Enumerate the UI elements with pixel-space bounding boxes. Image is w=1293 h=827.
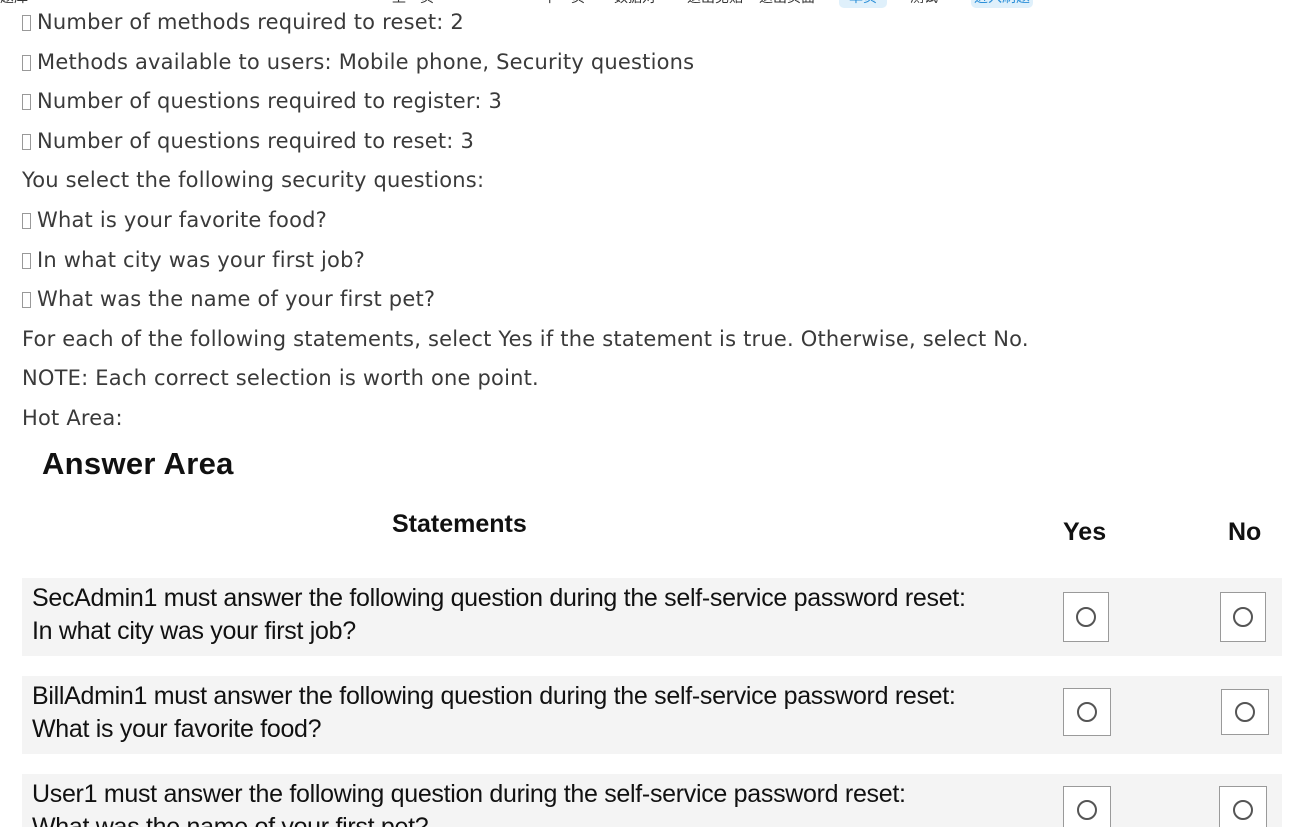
radio-circle-icon (1077, 800, 1097, 820)
toolbar-item-exit-page[interactable]: 退出页面 (759, 0, 815, 8)
radio-circle-icon (1233, 607, 1253, 627)
bullet-line: Methods available to users: Mobile phone… (22, 47, 694, 77)
paragraph-line: You select the following security questi… (22, 168, 485, 192)
radio-circle-icon (1077, 702, 1097, 722)
statement-line: In what city was your first job? (32, 617, 356, 645)
bullet-line: What is your favorite food? (22, 205, 327, 235)
yes-radio-option[interactable] (1063, 786, 1111, 827)
bullet-line: Number of questions required to reset: 3 (22, 126, 474, 156)
statement-text: SecAdmin1 must answer the following ques… (32, 582, 1052, 648)
bullet-glyph-icon (22, 213, 31, 229)
statement-row: User1 must answer the following question… (22, 774, 1282, 827)
statements-header: Statements (392, 510, 527, 538)
statement-text: BillAdmin1 must answer the following que… (32, 680, 1052, 746)
yes-header: Yes (1063, 518, 1107, 546)
statement-text: User1 must answer the following question… (32, 778, 1052, 827)
toolbar-item-test[interactable]: 测试 (910, 0, 938, 8)
line-text: What is your favorite food? (37, 208, 327, 232)
toolbar-item-prev-page[interactable]: 上一页 (392, 0, 434, 8)
paragraph-line: Hot Area: (22, 406, 123, 430)
toolbar-item-question-bank[interactable]: 题库 (0, 0, 28, 8)
toolbar-item-next-page[interactable]: 下一页 (543, 0, 585, 8)
bullet-line: Number of methods required to reset: 2 (22, 7, 464, 37)
paragraph-line: For each of the following statements, se… (22, 327, 1029, 351)
yes-radio-option[interactable] (1063, 592, 1109, 642)
line-text: What was the name of your first pet? (37, 287, 436, 311)
statement-line: User1 must answer the following question… (32, 780, 906, 808)
no-header: No (1228, 518, 1262, 546)
bullet-glyph-icon (22, 292, 31, 308)
statement-line: What was the name of your first pet? (32, 813, 429, 827)
bullet-glyph-icon (22, 134, 31, 150)
top-toolbar: 题库 上一页 下一页 数据对 退出见贴 退出页面 单页 测试 进入刷题 (0, 0, 1293, 10)
radio-circle-icon (1076, 607, 1096, 627)
line-text: Number of questions required to reset: 3 (37, 129, 475, 153)
radio-circle-icon (1233, 800, 1253, 820)
bullet-line: In what city was your first job? (22, 245, 365, 275)
toolbar-item-data[interactable]: 数据对 (614, 0, 656, 8)
statement-row: BillAdmin1 must answer the following que… (22, 676, 1282, 754)
toolbar-item-exit-view[interactable]: 退出见贴 (687, 0, 743, 8)
bullet-glyph-icon (22, 253, 31, 269)
line-text: Methods available to users: Mobile phone… (37, 50, 695, 74)
line-text: Number of methods required to reset: 2 (37, 10, 464, 34)
line-text: Number of questions required to register… (37, 89, 503, 113)
statement-line: BillAdmin1 must answer the following que… (32, 682, 956, 710)
bullet-glyph-icon (22, 15, 31, 31)
statement-row: SecAdmin1 must answer the following ques… (22, 578, 1282, 656)
answer-area-title: Answer Area (42, 446, 234, 481)
radio-circle-icon (1235, 702, 1255, 722)
paragraph-line: NOTE: Each correct selection is worth on… (22, 366, 539, 390)
bullet-line: What was the name of your first pet? (22, 284, 435, 314)
line-text: In what city was your first job? (37, 248, 365, 272)
no-radio-option[interactable] (1221, 689, 1269, 735)
yes-radio-option[interactable] (1063, 688, 1111, 736)
toolbar-single-page-button[interactable]: 单页 (839, 0, 887, 8)
answer-area: Answer Area Statements Yes No SecAdmin1 … (0, 438, 1293, 827)
no-radio-option[interactable] (1220, 592, 1266, 642)
bullet-glyph-icon (22, 55, 31, 71)
bullet-line: Number of questions required to register… (22, 86, 502, 116)
bullet-glyph-icon (22, 94, 31, 110)
statement-line: SecAdmin1 must answer the following ques… (32, 584, 966, 612)
toolbar-practice-button[interactable]: 进入刷题 (971, 0, 1033, 8)
no-radio-option[interactable] (1219, 786, 1267, 827)
statement-line: What is your favorite food? (32, 715, 322, 743)
